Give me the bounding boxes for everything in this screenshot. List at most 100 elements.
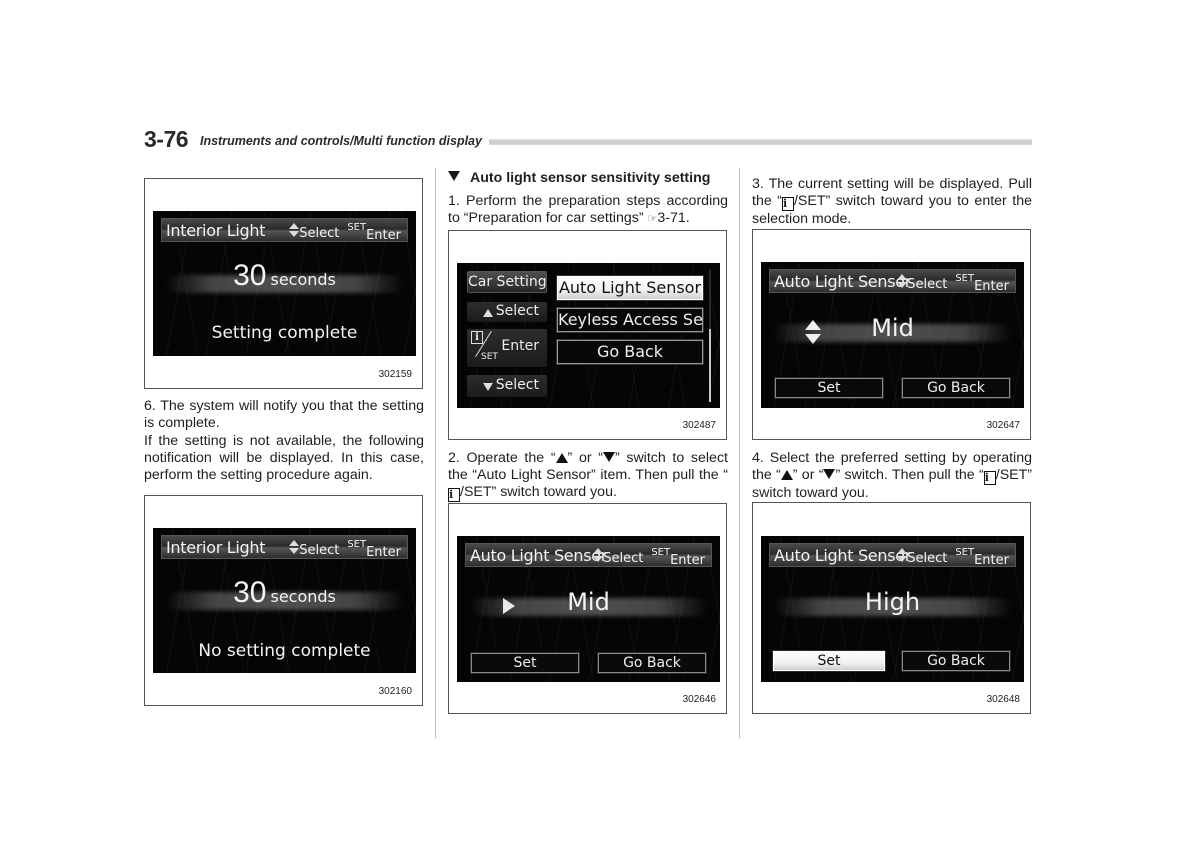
screen-hint: Select SETEnter (593, 546, 705, 568)
setting-value: High (761, 588, 1024, 616)
column-divider-1 (435, 168, 436, 738)
screen-title-bar: Auto Light Sensor Select SETEnter (465, 543, 712, 568)
step-2-text: 2. Operate the “” or “” switch to select… (448, 450, 728, 502)
set-label: SET (481, 352, 498, 362)
step-2-part: ” or “ (567, 450, 603, 466)
figure-auto-light-mid-select: Auto Light Sensor Select SETEnter Mid Set… (752, 229, 1031, 440)
screen-title-bar: Interior Light Select SETEnter (161, 535, 408, 560)
screen-title: Interior Light (166, 221, 266, 240)
figure-code: 302646 (682, 694, 716, 705)
arrow-up-icon (483, 309, 493, 317)
hint-set: SET (347, 222, 367, 233)
figure-code: 302647 (986, 420, 1020, 431)
screen-hint: Select SETEnter (897, 272, 1009, 294)
hint-enter: Enter (670, 553, 705, 568)
hint-set: SET (347, 539, 367, 550)
hint-enter: Enter (366, 228, 401, 243)
enter-hint: i SET Enter (467, 329, 547, 367)
hint-select: Select (907, 277, 948, 292)
menu-item-go-back[interactable]: Go Back (556, 339, 704, 365)
car-setting-title: Car Setting (467, 271, 547, 293)
select-label: Select (495, 303, 539, 319)
value-text: Mid (871, 314, 914, 342)
triangle-down-icon (448, 171, 460, 181)
up-down-arrows-icon (289, 538, 300, 556)
display-screen: Auto Light Sensor Select SETEnter High Se… (761, 536, 1024, 682)
go-back-button[interactable]: Go Back (597, 652, 707, 674)
figure-code: 302160 (378, 686, 412, 697)
car-setting-label: Car Setting (468, 274, 547, 290)
step-3-part: /SET” switch toward you to enter the sel… (752, 193, 1032, 227)
value-unit: seconds (270, 270, 336, 289)
screen-hint: Select SETEnter (289, 538, 401, 560)
setting-value: Mid (457, 588, 720, 616)
note-text: If the setting is not available, the fol… (144, 433, 424, 483)
status-message: Setting complete (211, 323, 358, 343)
menu-item-keyless-access[interactable]: Keyless Access Sett (556, 307, 704, 333)
up-down-arrows-icon (289, 221, 300, 239)
triangle-up-icon (555, 453, 568, 463)
display-screen: Interior Light Select SETEnter 30 seconds … (153, 211, 416, 356)
figure-interior-light-complete: Interior Light Select SETEnter 30 seconds … (144, 178, 423, 389)
up-down-arrows-icon (593, 546, 604, 564)
set-button[interactable]: Set (772, 650, 886, 672)
screen-title: Auto Light Sensor (774, 272, 911, 291)
step-6-text: 6. The system will notify you that the s… (144, 398, 424, 484)
figure-code: 302487 (682, 420, 716, 431)
figure-interior-light-not-complete: Interior Light Select SETEnter 30 seconds … (144, 495, 423, 706)
screen-title-bar: Auto Light Sensor Select SETEnter (769, 543, 1016, 568)
up-down-arrows-icon (897, 272, 908, 290)
setting-value: Mid (761, 314, 1024, 342)
info-icon: i (448, 488, 460, 502)
arrow-down-icon (483, 383, 493, 391)
up-down-arrows-icon (897, 546, 908, 564)
header-rule (489, 139, 1032, 145)
select-label: Select (495, 377, 539, 393)
figure-car-setting-menu: Car Setting Select i SET Enter Select Aut… (448, 230, 727, 440)
hint-select: Select (299, 543, 340, 558)
hint-set: SET (651, 547, 671, 558)
info-icon: i (781, 197, 794, 211)
figure-auto-light-high: Auto Light Sensor Select SETEnter High Se… (752, 502, 1031, 714)
screen-hint: Select SETEnter (897, 546, 1009, 568)
step-4-text: 4. Select the preferred setting by opera… (752, 450, 1032, 502)
scroll-thumb[interactable] (709, 328, 711, 402)
step-1-text: 1. Perform the preparation steps accordi… (448, 193, 728, 228)
display-screen: Auto Light Sensor Select SETEnter Mid Set… (457, 536, 720, 682)
setting-value: 30 seconds (153, 576, 416, 610)
menu-scrollbar[interactable] (709, 269, 711, 402)
select-down-hint: Select (467, 375, 547, 397)
set-button[interactable]: Set (470, 652, 580, 674)
heading-text: Auto light sensor sensitivity setting (470, 170, 711, 186)
column-divider-2 (739, 168, 740, 738)
reference-pointer-icon: ☞ (647, 213, 658, 225)
select-up-hint: Select (467, 302, 547, 322)
screen-title: Interior Light (166, 538, 266, 557)
page-reference[interactable]: 3-71. (657, 210, 689, 226)
step-3-text: 3. The current setting will be displayed… (752, 176, 1032, 228)
triangle-down-icon (602, 452, 615, 462)
value-text: High (864, 588, 921, 616)
hint-enter: Enter (974, 279, 1009, 294)
screen-title-bar: Interior Light Select SETEnter (161, 218, 408, 243)
info-icon: i (983, 471, 996, 485)
menu-item-auto-light-sensor[interactable]: Auto Light Sensor (556, 275, 704, 301)
setting-value: 30 seconds (153, 259, 416, 293)
triangle-up-icon (780, 470, 793, 480)
step-2-part: /SET” switch toward you. (460, 484, 617, 500)
triangle-down-icon (823, 469, 836, 479)
section-title: Instruments and controls/Multi function … (200, 134, 482, 148)
hint-select: Select (603, 551, 644, 566)
display-screen: Auto Light Sensor Select SETEnter Mid Set… (761, 262, 1024, 408)
enter-label: Enter (501, 338, 539, 354)
display-screen: Car Setting Select i SET Enter Select Aut… (457, 263, 720, 408)
step-4-part: ” or “ (792, 467, 824, 483)
value-text: Mid (567, 588, 610, 616)
info-icon: i (471, 331, 483, 344)
go-back-button[interactable]: Go Back (901, 377, 1011, 399)
hint-enter: Enter (366, 545, 401, 560)
info-set-icon: i SET (471, 331, 501, 365)
set-button[interactable]: Set (774, 377, 884, 399)
go-back-button[interactable]: Go Back (901, 650, 1011, 672)
screen-hint: Select SETEnter (289, 221, 401, 243)
